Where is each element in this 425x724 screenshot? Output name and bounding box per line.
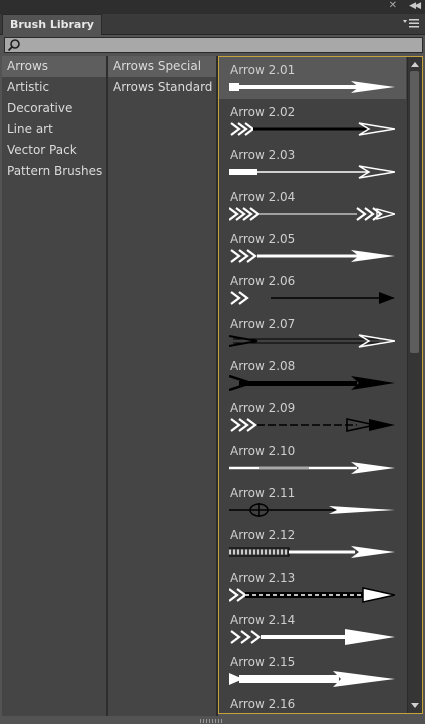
brush-name: Arrow 2.12 — [230, 528, 296, 543]
brush-name: Arrow 2.03 — [230, 147, 296, 162]
brush-name: Arrow 2.16 — [230, 697, 296, 712]
brush-items: Arrow 2.01 Arrow 2.02 Arrow 2.03 Arrow 2.04… — [219, 57, 406, 713]
brush-name: Arrow 2.11 — [230, 485, 296, 500]
brush-name: Arrow 2.09 — [230, 401, 296, 416]
category-item[interactable]: Decorative — [2, 98, 106, 119]
brush-stroke-preview — [229, 671, 395, 691]
brush-stroke-preview — [229, 502, 395, 522]
subcategory-list: Arrows Special Arrows Standard — [108, 56, 216, 716]
brush-stroke-preview — [229, 628, 395, 649]
brush-item[interactable]: Arrow 2.12 — [219, 522, 406, 564]
brush-item[interactable]: Arrow 2.10 — [219, 438, 406, 480]
brush-name: Arrow 2.10 — [230, 443, 296, 458]
brush-item[interactable]: Arrow 2.14 — [219, 607, 406, 649]
brush-name: Arrow 2.08 — [230, 359, 296, 374]
search-bar — [2, 36, 423, 54]
brush-name: Arrow 2.01 — [230, 63, 296, 77]
brush-name: Arrow 2.14 — [230, 612, 296, 627]
panel-tab-bar: Brush Library — [0, 14, 425, 35]
brush-stroke-preview — [229, 121, 396, 141]
brush-stroke-preview — [229, 417, 395, 437]
category-item[interactable]: Artistic — [2, 77, 106, 98]
panel-top-strip: ✕ ◀◀ — [0, 0, 425, 14]
brush-item[interactable]: Arrow 2.11 — [219, 480, 406, 522]
brush-stroke-preview — [228, 586, 396, 607]
brush-preview-list: Arrow 2.01 Arrow 2.02 Arrow 2.03 Arrow 2.04… — [218, 56, 423, 714]
brush-item[interactable]: Arrow 2.13 — [219, 565, 406, 607]
brush-stroke-preview — [228, 333, 396, 353]
brush-stroke-preview — [229, 290, 395, 310]
collapse-panel-icon[interactable]: ◀◀ — [409, 1, 421, 11]
search-icon — [7, 39, 20, 52]
resize-grip[interactable] — [200, 719, 224, 723]
brush-stroke-preview — [228, 374, 395, 395]
brush-name: Arrow 2.02 — [230, 105, 296, 120]
scroll-thumb[interactable] — [410, 71, 419, 353]
tab-brush-library[interactable]: Brush Library — [2, 14, 102, 35]
close-panel-icon[interactable]: ✕ — [389, 0, 397, 11]
search-input[interactable] — [21, 38, 416, 52]
category-item[interactable]: Pattern Brushes — [2, 161, 106, 182]
brush-stroke-preview — [229, 248, 395, 268]
brush-name: Arrow 2.15 — [230, 655, 296, 670]
brush-item[interactable]: Arrow 2.16 — [219, 691, 406, 713]
category-list: Arrows Artistic Decorative Line art Vector P… — [2, 56, 106, 716]
brush-stroke-preview — [228, 206, 398, 226]
brush-name: Arrow 2.05 — [230, 232, 296, 247]
brush-item[interactable]: Arrow 2.15 — [219, 649, 406, 691]
brush-item[interactable]: Arrow 2.01 — [219, 57, 406, 100]
brush-stroke-preview — [228, 544, 395, 564]
brush-item[interactable]: Arrow 2.07 — [219, 311, 406, 353]
panel-menu-icon[interactable] — [403, 17, 419, 30]
brush-name: Arrow 2.13 — [230, 570, 296, 585]
subcategory-item[interactable]: Arrows Special — [108, 56, 216, 77]
brush-stroke-preview — [229, 79, 395, 99]
brush-stroke-preview — [229, 164, 396, 184]
brush-name: Arrow 2.06 — [230, 274, 296, 289]
category-item[interactable]: Line art — [2, 119, 106, 140]
brush-item[interactable]: Arrow 2.03 — [219, 142, 406, 184]
brush-item[interactable]: Arrow 2.09 — [219, 395, 406, 437]
brush-item[interactable]: Arrow 2.04 — [219, 184, 406, 226]
scroll-down-icon[interactable] — [411, 703, 419, 708]
category-item[interactable]: Vector Pack — [2, 140, 106, 161]
brush-name: Arrow 2.07 — [230, 316, 296, 331]
category-item[interactable]: Arrows — [2, 56, 106, 77]
search-field[interactable] — [4, 37, 423, 53]
brush-name: Arrow 2.04 — [230, 189, 296, 204]
brush-item[interactable]: Arrow 2.05 — [219, 226, 406, 268]
scroll-up-icon[interactable] — [411, 62, 419, 67]
subcategory-item[interactable]: Arrows Standard — [108, 77, 216, 98]
brush-item[interactable]: Arrow 2.06 — [219, 268, 406, 310]
brush-stroke-preview — [229, 460, 395, 480]
brush-item[interactable]: Arrow 2.08 — [219, 353, 406, 395]
vertical-scrollbar[interactable] — [407, 57, 422, 713]
brush-item[interactable]: Arrow 2.02 — [219, 99, 406, 141]
